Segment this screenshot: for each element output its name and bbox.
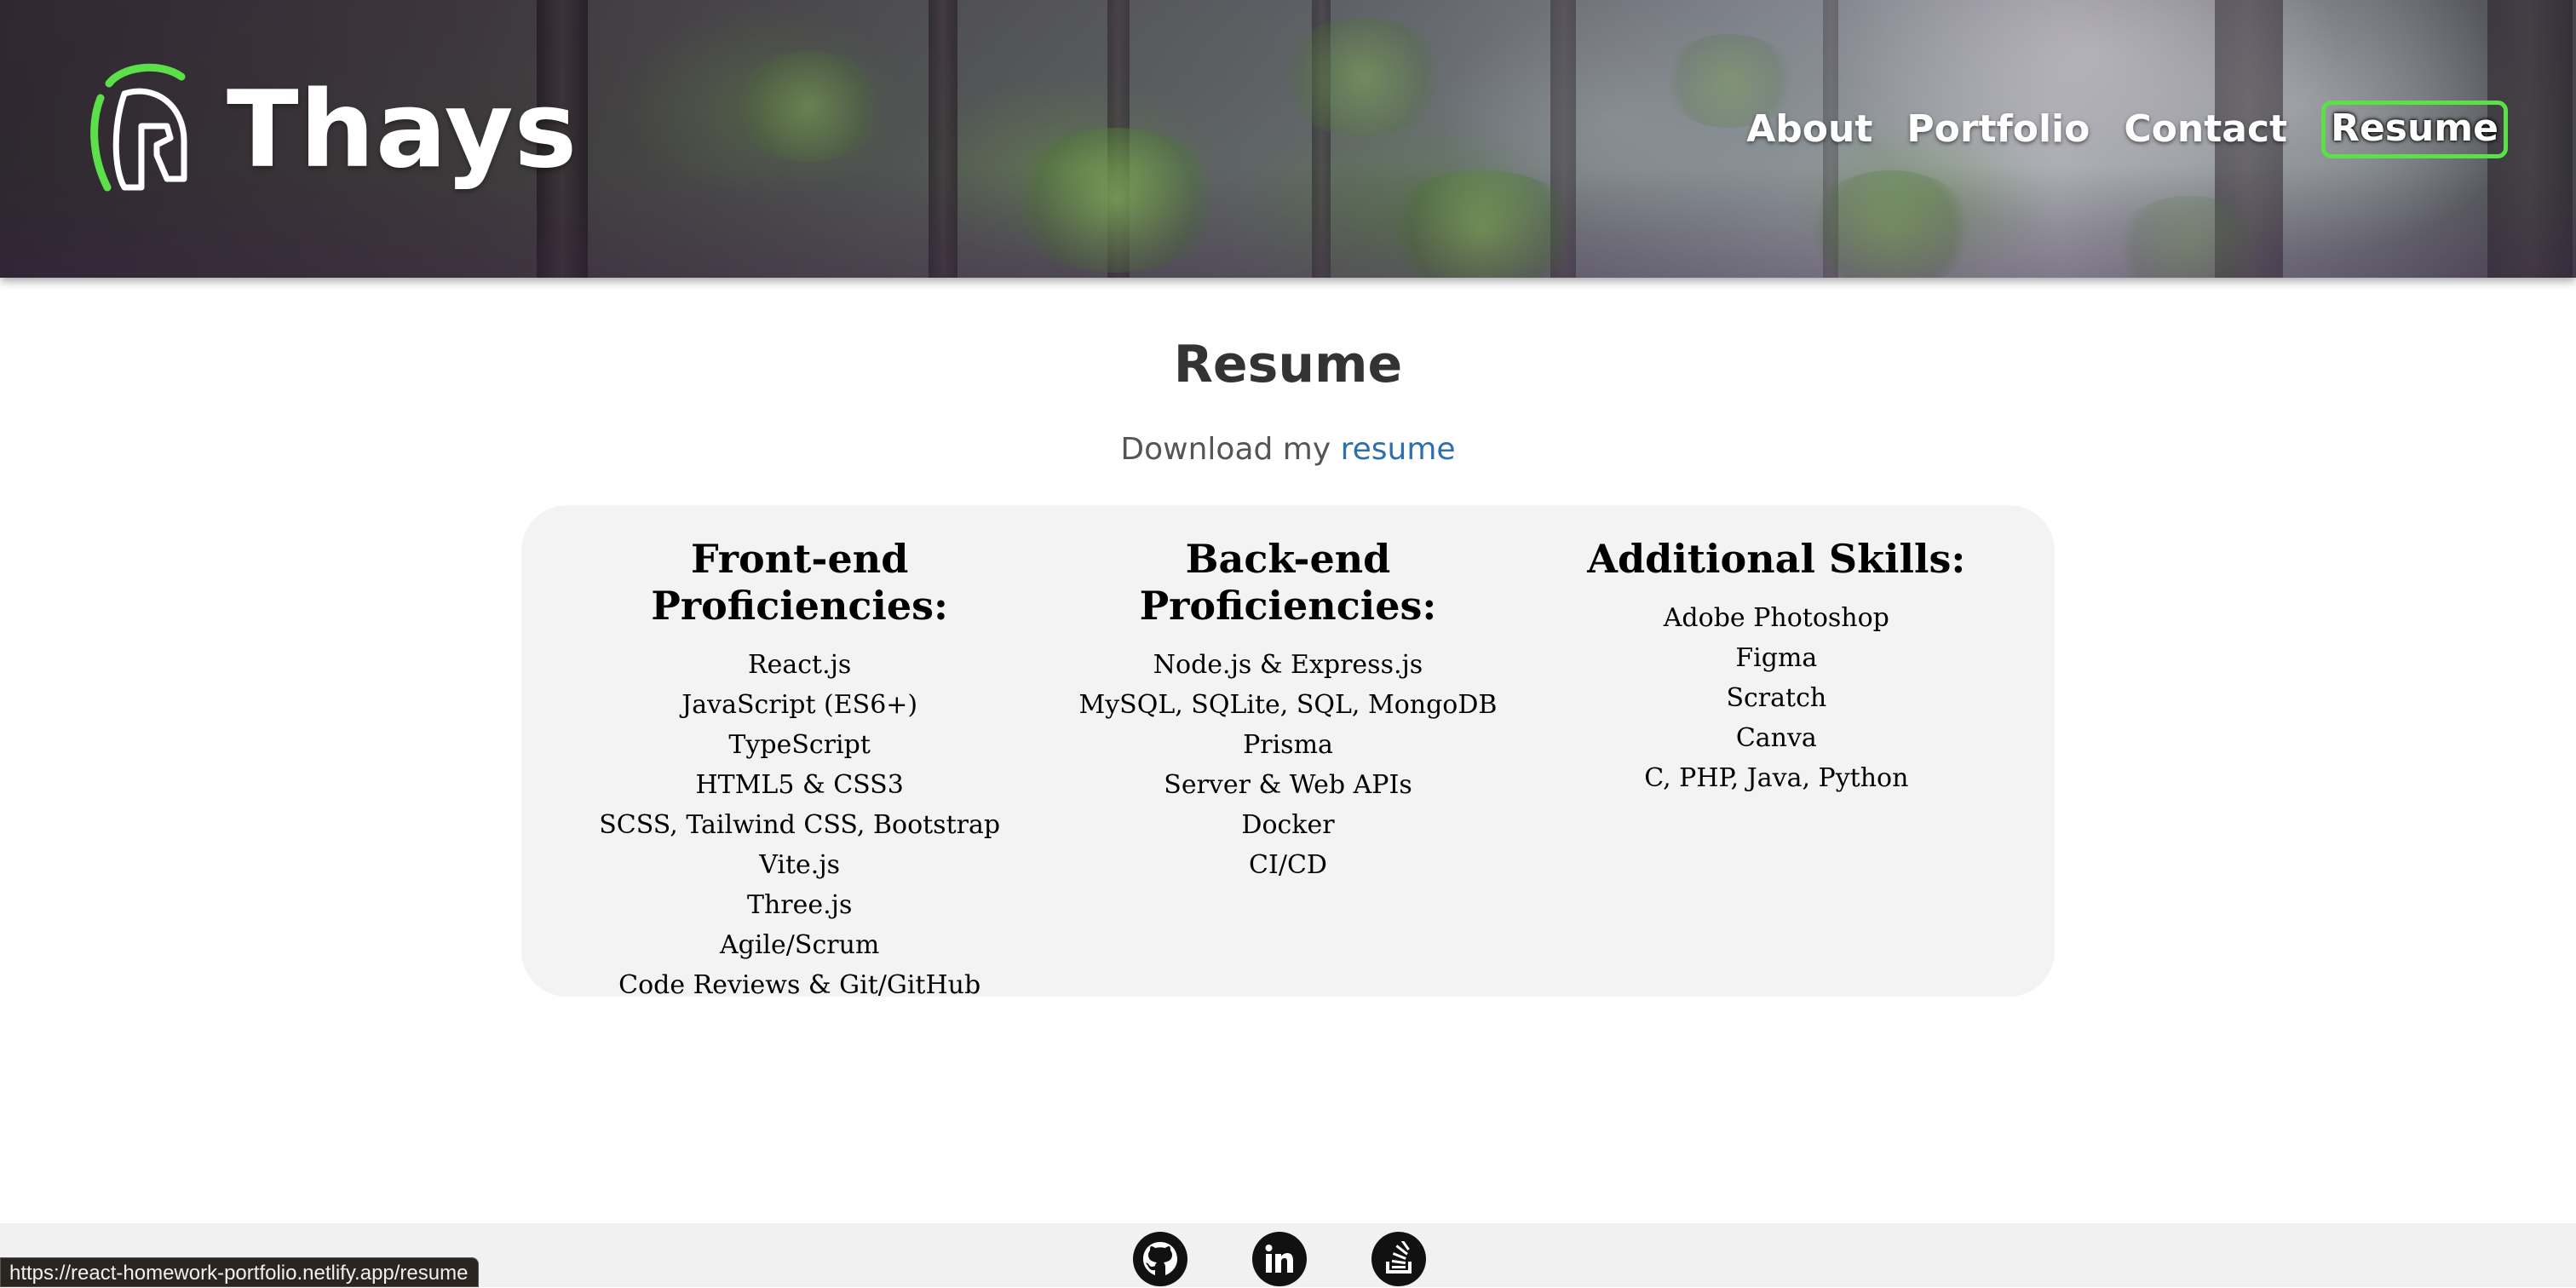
- resume-download-link[interactable]: resume: [1341, 432, 1456, 467]
- github-icon: [1143, 1242, 1177, 1275]
- list-item: Agile/Scrum: [719, 930, 880, 961]
- list-item: Server & Web APIs: [1164, 770, 1412, 801]
- skills-card: Front-end Proficiencies: React.js JavaSc…: [521, 505, 2055, 1000]
- brand-logo[interactable]: Thays: [75, 60, 578, 200]
- list-item: HTML5 & CSS3: [695, 770, 904, 801]
- list-item: MySQL, SQLite, SQL, MongoDB: [1078, 690, 1498, 721]
- additional-skills-heading: Additional Skills:: [1587, 536, 1966, 582]
- github-link[interactable]: [1133, 1232, 1187, 1286]
- backend-column: Back-end Proficiencies: Node.js & Expres…: [1044, 536, 1532, 997]
- list-item: C, PHP, Java, Python: [1644, 763, 1909, 794]
- list-item: TypeScript: [728, 730, 871, 761]
- list-item: Three.js: [746, 890, 853, 921]
- additional-skills-list: Adobe Photoshop Figma Scratch Canva C, P…: [1532, 598, 2021, 798]
- additional-skills-column: Additional Skills: Adobe Photoshop Figma…: [1532, 536, 2021, 997]
- list-item: Figma: [1735, 643, 1818, 674]
- brand-name: Thays: [227, 68, 578, 192]
- list-item: CI/CD: [1249, 850, 1327, 881]
- backend-heading: Back-end Proficiencies:: [1139, 536, 1437, 630]
- site-header: Thays About Portfolio Contact Resume: [0, 0, 2576, 278]
- list-item: JavaScript (ES6+): [681, 690, 918, 721]
- list-item: Vite.js: [759, 850, 841, 881]
- frontend-heading: Front-end Proficiencies:: [651, 536, 949, 630]
- list-item: React.js: [748, 650, 852, 681]
- backend-list: Node.js & Express.js MySQL, SQLite, SQL,…: [1044, 645, 1532, 885]
- frontend-column: Front-end Proficiencies: React.js JavaSc…: [555, 536, 1044, 1000]
- list-item: Code Reviews & Git/GitHub: [618, 970, 981, 1001]
- stackoverflow-link[interactable]: [1371, 1232, 1426, 1286]
- download-text: Download my: [1120, 432, 1331, 467]
- linkedin-icon: [1265, 1245, 1293, 1273]
- list-item: SCSS, Tailwind CSS, Bootstrap: [599, 810, 1001, 841]
- status-bar-url: https://react-homework-portfolio.netlify…: [0, 1257, 480, 1287]
- download-line: Download my resume: [0, 434, 2576, 465]
- nav-resume[interactable]: Resume: [2321, 101, 2508, 158]
- spartan-helmet-icon: [90, 63, 187, 192]
- nav-contact[interactable]: Contact: [2124, 111, 2287, 148]
- page-title: Resume: [1173, 335, 1403, 394]
- list-item: Scratch: [1726, 683, 1827, 714]
- list-item: Canva: [1735, 723, 1817, 754]
- nav-portfolio[interactable]: Portfolio: [1906, 111, 2090, 148]
- main-nav: About Portfolio Contact Resume: [1746, 101, 2508, 158]
- frontend-list: React.js JavaScript (ES6+) TypeScript HT…: [555, 645, 1044, 1005]
- linkedin-link[interactable]: [1252, 1232, 1307, 1286]
- stackoverflow-icon: [1386, 1241, 1412, 1274]
- list-item: Adobe Photoshop: [1663, 603, 1889, 634]
- list-item: Docker: [1241, 810, 1335, 841]
- nav-about[interactable]: About: [1746, 111, 1872, 148]
- list-item: Prisma: [1243, 730, 1333, 761]
- list-item: Node.js & Express.js: [1153, 650, 1423, 681]
